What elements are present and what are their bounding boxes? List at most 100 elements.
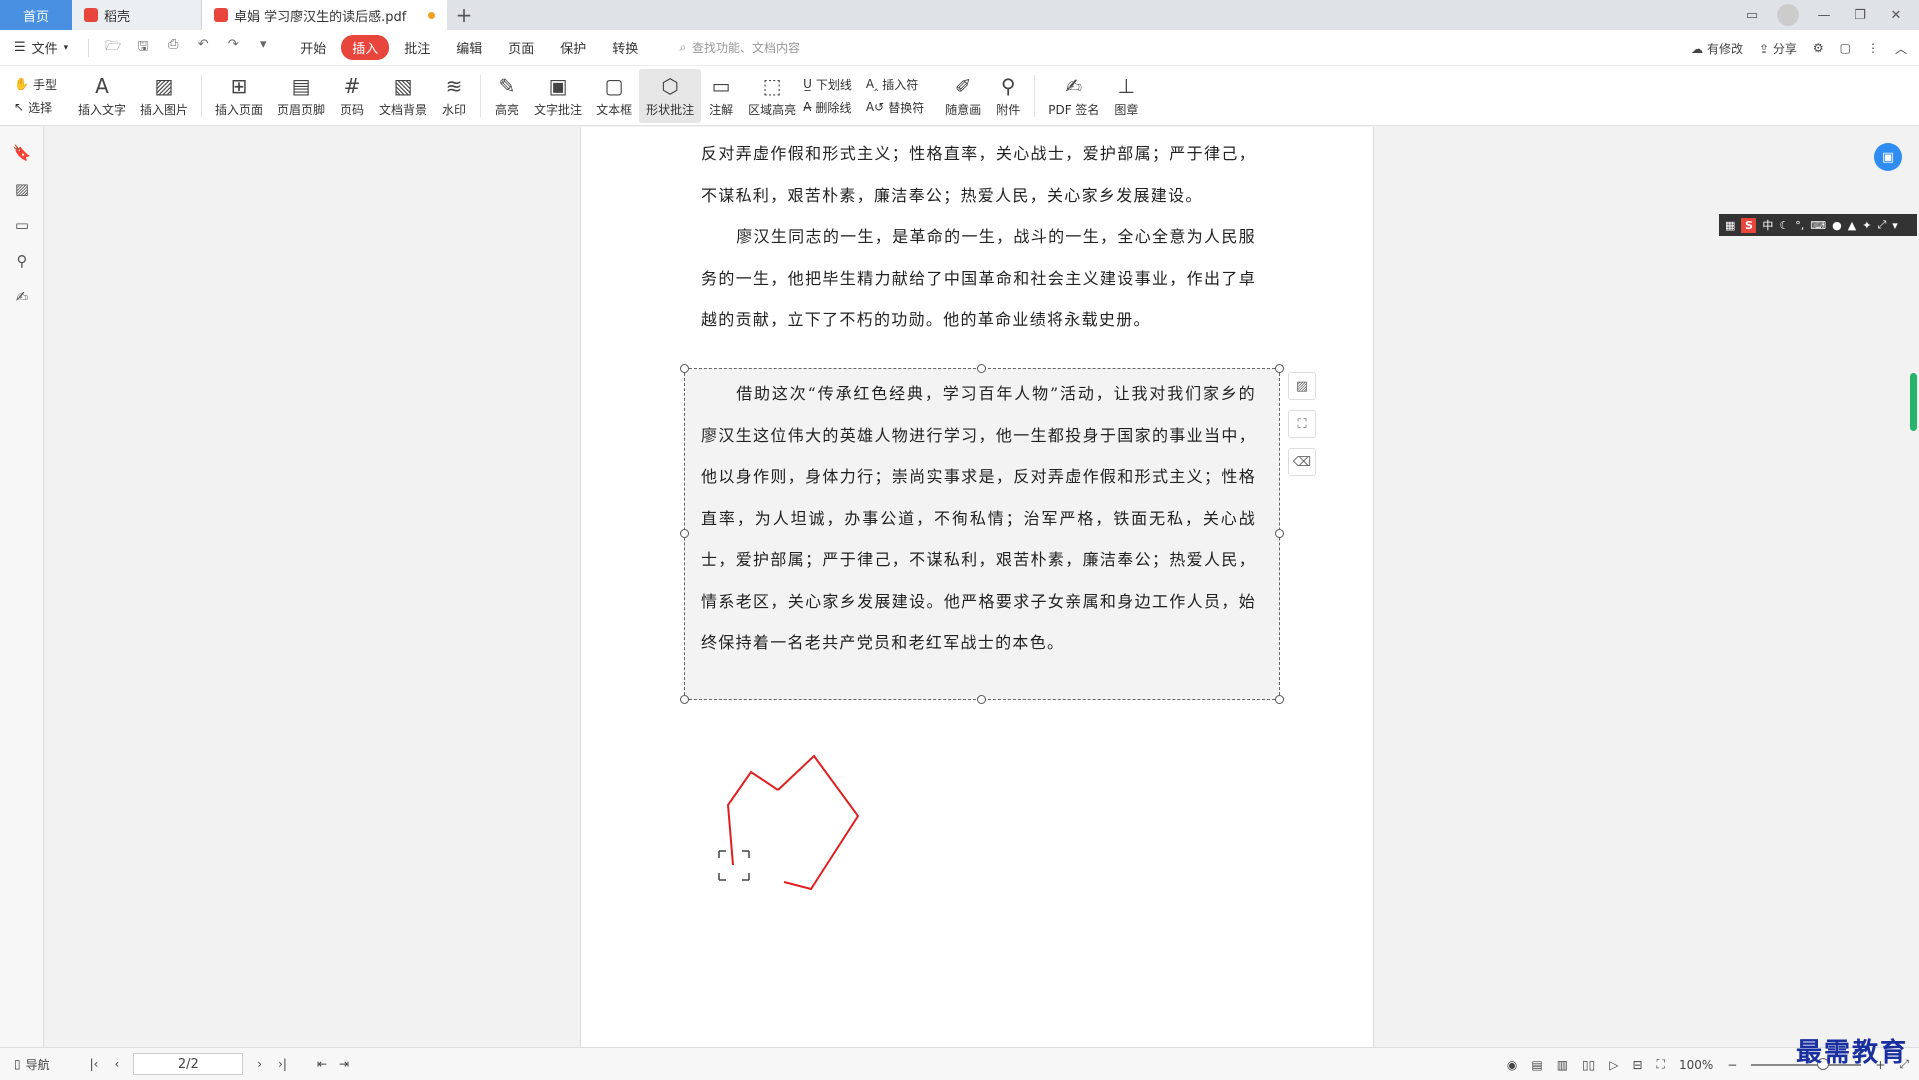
back-icon[interactable]: ⇤: [317, 1057, 327, 1071]
first-page-icon[interactable]: |‹: [90, 1057, 99, 1071]
bookmark-icon[interactable]: 🔖: [0, 135, 44, 171]
underline-button[interactable]: U̲ 下划线: [803, 76, 852, 93]
resize-handle[interactable]: [680, 529, 689, 538]
freehand-button[interactable]: ✐ 随意画: [938, 69, 988, 123]
attachment-icon[interactable]: ⚲: [0, 243, 44, 279]
continuous-page-icon[interactable]: ▥: [1557, 1058, 1568, 1072]
tab-comment[interactable]: 批注: [393, 35, 441, 60]
eraser-icon[interactable]: ⌫: [1288, 448, 1316, 476]
tab-docer[interactable]: 稻壳: [72, 0, 202, 30]
image-convert-icon[interactable]: ▨: [1288, 372, 1316, 400]
forward-icon[interactable]: ⇥: [339, 1057, 349, 1071]
new-tab-button[interactable]: +: [447, 0, 481, 30]
keyboard-icon[interactable]: ⌨: [1810, 219, 1826, 232]
tab-convert[interactable]: 转换: [601, 35, 649, 60]
attachment-button[interactable]: ⚲ 附件: [988, 69, 1028, 123]
window-layout-icon[interactable]: ▭: [1741, 4, 1763, 26]
customize-chevron-icon[interactable]: ▾: [253, 37, 273, 59]
print-icon[interactable]: ⎙: [163, 37, 183, 59]
shape-comment-button[interactable]: ⬡ 形状批注: [639, 68, 702, 123]
prev-page-icon[interactable]: ‹: [114, 1057, 119, 1071]
shape-annotation[interactable]: [700, 750, 910, 900]
textbox-button[interactable]: ▢ 文本框: [589, 69, 639, 123]
close-icon[interactable]: ✕: [1885, 4, 1907, 26]
collapse-ribbon-icon[interactable]: ︿: [1895, 40, 1907, 57]
insert-char-button[interactable]: A‸ 插入符: [866, 76, 924, 93]
sogou-icon[interactable]: S: [1741, 217, 1757, 233]
fit-page-icon[interactable]: ⛶: [1657, 1057, 1665, 1072]
ime-lang[interactable]: 中: [1762, 217, 1773, 233]
insert-page-button[interactable]: ⊞ 插入页面: [208, 69, 270, 123]
floating-assistant-button[interactable]: ▣: [1874, 143, 1902, 171]
search-box[interactable]: ⌕ 查找功能、文档内容: [679, 39, 800, 56]
open-folder-icon[interactable]: 🗁: [103, 37, 123, 59]
file-menu-button[interactable]: ☰ 文件 ▾: [0, 38, 82, 57]
insert-image-button[interactable]: ▨ 插入图片: [133, 69, 195, 123]
resize-handle[interactable]: [1275, 529, 1284, 538]
zoom-value[interactable]: 100%: [1679, 1058, 1713, 1072]
nav-button[interactable]: ▯ 导航: [14, 1056, 50, 1073]
more-icon[interactable]: ⋮: [1867, 41, 1879, 55]
punct-icon[interactable]: °,: [1795, 219, 1804, 232]
resize-handle[interactable]: [1275, 695, 1284, 704]
crop-icon[interactable]: ⛶: [1288, 410, 1316, 438]
last-page-icon[interactable]: ›|: [278, 1057, 287, 1071]
highlight-button[interactable]: ✎ 高亮: [487, 69, 527, 123]
tab-home[interactable]: 首页: [0, 0, 72, 30]
hand-tool-button[interactable]: ✋ 手型: [14, 76, 57, 93]
vertical-scrollbar[interactable]: [1906, 127, 1919, 1047]
play-icon[interactable]: ▷: [1609, 1058, 1618, 1072]
tab-insert[interactable]: 插入: [341, 35, 390, 60]
single-page-icon[interactable]: ▤: [1531, 1058, 1542, 1072]
resize-handle[interactable]: [680, 695, 689, 704]
resize-handle[interactable]: [680, 364, 689, 373]
select-tool-button[interactable]: ↖ 选择: [14, 99, 57, 116]
area-highlight-button[interactable]: ⬚ 区域高亮: [741, 69, 803, 123]
undo-icon[interactable]: ↶: [193, 37, 213, 59]
doc-background-button[interactable]: ▧ 文档背景: [372, 69, 434, 123]
fit-width-icon[interactable]: ⊟: [1632, 1058, 1642, 1072]
next-page-icon[interactable]: ›: [257, 1057, 262, 1071]
tab-document[interactable]: 卓娟 学习廖汉生的读后感.pdf: [202, 0, 447, 30]
resize-handle[interactable]: [977, 364, 986, 373]
replace-char-button[interactable]: A↺ 替换符: [866, 99, 924, 116]
redo-icon[interactable]: ↷: [223, 37, 243, 59]
signature-icon[interactable]: ✍: [0, 279, 44, 315]
thumbnail-icon[interactable]: ▨: [0, 171, 44, 207]
user-icon[interactable]: ●: [1832, 219, 1842, 232]
text-comment-button[interactable]: ▣ 文字批注: [527, 69, 589, 123]
ime-grid-icon[interactable]: ▦: [1725, 219, 1735, 232]
strikethrough-button[interactable]: A̶ 删除线: [803, 99, 852, 116]
restore-icon[interactable]: ❐: [1849, 4, 1871, 26]
share-button[interactable]: ⇪ 分享: [1759, 40, 1797, 57]
tab-edit[interactable]: 编辑: [445, 35, 493, 60]
avatar[interactable]: [1777, 4, 1799, 26]
wrench-icon[interactable]: ✦: [1862, 219, 1871, 232]
page-number-input[interactable]: 2/2: [133, 1053, 244, 1075]
scrollbar-thumb[interactable]: [1910, 373, 1917, 431]
selected-text-block[interactable]: 借助这次“传承红色经典，学习百年人物”活动，让我对我们家乡的廖汉生这位伟大的英雄…: [684, 368, 1280, 700]
zoom-out-icon[interactable]: −: [1727, 1058, 1737, 1072]
note-button[interactable]: ▭ 注解: [701, 69, 741, 123]
comment-icon[interactable]: ▭: [0, 207, 44, 243]
eye-protect-icon[interactable]: ◉: [1507, 1058, 1517, 1072]
tab-start[interactable]: 开始: [289, 35, 337, 60]
moon-icon[interactable]: ☾: [1779, 219, 1789, 232]
feedback-icon[interactable]: ▢: [1840, 41, 1851, 55]
minimize-icon[interactable]: —: [1813, 4, 1835, 26]
modify-button[interactable]: ☁ 有修改: [1691, 40, 1743, 57]
watermark-button[interactable]: ≋ 水印: [434, 69, 474, 123]
resize-handle[interactable]: [977, 695, 986, 704]
header-footer-button[interactable]: ▤ 页眉页脚: [270, 69, 332, 123]
tab-page[interactable]: 页面: [497, 35, 545, 60]
two-page-icon[interactable]: ▯▯: [1582, 1058, 1595, 1072]
stamp-button[interactable]: ⊥ 图章: [1106, 69, 1146, 123]
tab-protect[interactable]: 保护: [549, 35, 597, 60]
insert-text-button[interactable]: A 插入文字: [71, 69, 133, 123]
save-icon[interactable]: 🖫: [133, 37, 153, 59]
shirt-icon[interactable]: ▲: [1848, 219, 1856, 232]
pdf-sign-button[interactable]: ✍ PDF 签名: [1041, 69, 1106, 123]
dropdown-icon[interactable]: ▾: [1892, 219, 1898, 232]
page-number-button[interactable]: # 页码: [332, 69, 372, 123]
settings-icon[interactable]: ⚙: [1813, 41, 1824, 55]
